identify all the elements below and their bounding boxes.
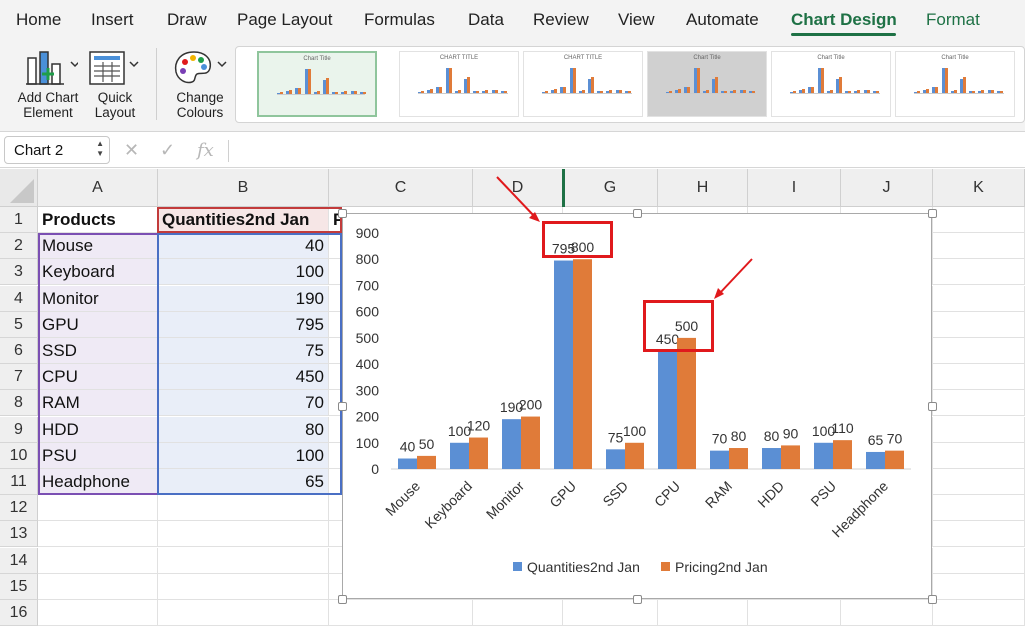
arrow-line-gpu [496, 176, 536, 218]
arrow-line-cpu [718, 258, 753, 295]
annotation-arrows [496, 176, 753, 299]
